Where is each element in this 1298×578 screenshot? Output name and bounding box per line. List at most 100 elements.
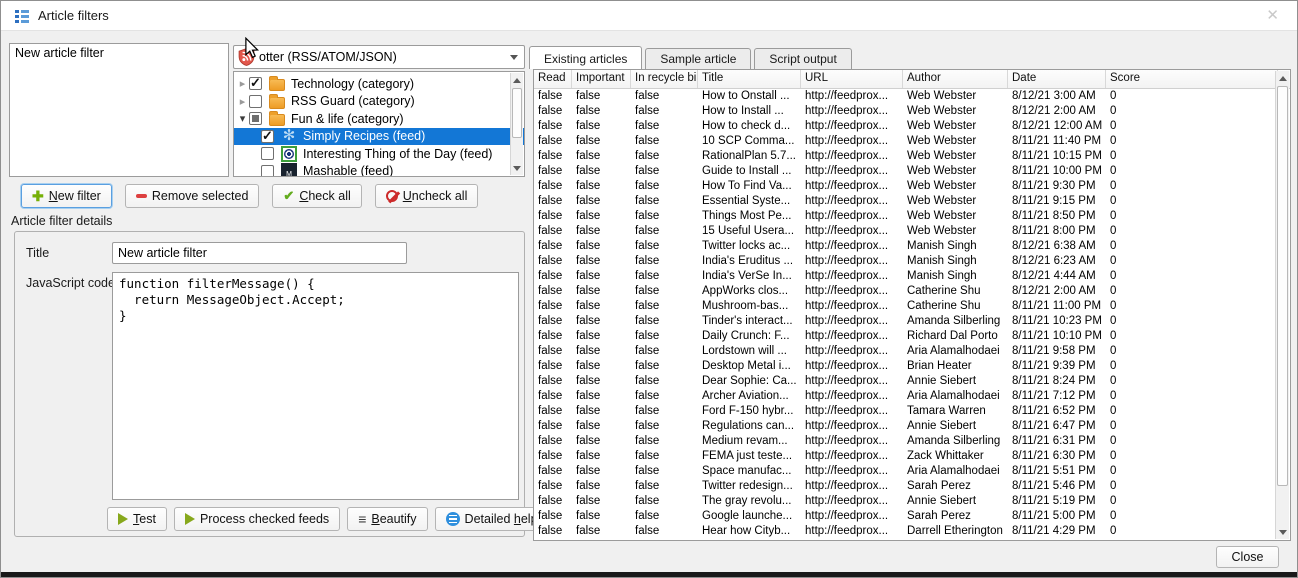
table-cell: http://feedprox... bbox=[801, 239, 903, 254]
checkbox-unchecked[interactable] bbox=[261, 165, 274, 177]
expand-arrow-icon[interactable]: ▸ bbox=[236, 77, 249, 90]
title-input[interactable] bbox=[112, 242, 407, 264]
window-close-icon[interactable]: ✕ bbox=[1266, 6, 1279, 24]
table-cell: 0 bbox=[1106, 194, 1278, 209]
table-cell: 8/11/21 4:29 PM bbox=[1008, 524, 1106, 539]
table-row[interactable]: falsefalsefalseThings Most Pe...http://f… bbox=[534, 209, 1290, 224]
block-icon bbox=[386, 190, 398, 202]
table-scrollbar[interactable] bbox=[1275, 71, 1289, 539]
tab-sample-article[interactable]: Sample article bbox=[645, 48, 751, 69]
table-row[interactable]: falsefalsefalseIndia's Eruditus ...http:… bbox=[534, 254, 1290, 269]
detailed-help-button[interactable]: Detailed help bbox=[435, 507, 549, 531]
table-cell: false bbox=[534, 509, 572, 524]
table-row[interactable]: falsefalsefalseHow to check d...http://f… bbox=[534, 119, 1290, 134]
column-header-read[interactable]: Read bbox=[534, 70, 572, 88]
table-row[interactable]: falsefalsefalseHow To Find Va...http://f… bbox=[534, 179, 1290, 194]
table-row[interactable]: falsefalsefalseEssential Syste...http://… bbox=[534, 194, 1290, 209]
tree-scrollbar[interactable] bbox=[510, 73, 523, 175]
table-cell: false bbox=[534, 419, 572, 434]
table-cell: 8/12/21 4:44 AM bbox=[1008, 269, 1106, 284]
column-header-title[interactable]: Title bbox=[698, 70, 801, 88]
column-header-score[interactable]: Score bbox=[1106, 70, 1278, 88]
table-cell: 0 bbox=[1106, 389, 1278, 404]
button-label: Check all bbox=[299, 189, 350, 203]
beautify-button[interactable]: ≡Beautify bbox=[347, 507, 427, 531]
table-cell: false bbox=[631, 419, 698, 434]
tab-existing-articles[interactable]: Existing articles bbox=[529, 46, 642, 69]
table-row[interactable]: falsefalsefalseDaily Crunch: F...http://… bbox=[534, 329, 1290, 344]
column-header-important[interactable]: Important bbox=[572, 70, 631, 88]
table-row[interactable]: falsefalsefalseTwitter redesign...http:/… bbox=[534, 479, 1290, 494]
table-row[interactable]: falsefalsefalse10 SCP Comma...http://fee… bbox=[534, 134, 1290, 149]
table-cell: Sarah Perez bbox=[903, 509, 1008, 524]
table-cell: Mushroom-bas... bbox=[698, 299, 801, 314]
table-row[interactable]: falsefalsefalseTwitter locks ac...http:/… bbox=[534, 239, 1290, 254]
test-button[interactable]: Test bbox=[107, 507, 167, 531]
check-all-button[interactable]: ✔ Check all bbox=[272, 184, 361, 208]
table-row[interactable]: falsefalsefalseRationalPlan 5.7...http:/… bbox=[534, 149, 1290, 164]
scrollbar-up-icon[interactable] bbox=[1276, 71, 1289, 85]
table-row[interactable]: falsefalsefalseFord F-150 hybr...http://… bbox=[534, 404, 1290, 419]
tree-item-label: Interesting Thing of the Day (feed) bbox=[303, 147, 492, 161]
details-section-label: Article filter details bbox=[11, 214, 112, 228]
table-row[interactable]: falsefalsefalseTinder's interact...http:… bbox=[534, 314, 1290, 329]
table-row[interactable]: falsefalsefalseFEMA just teste...http://… bbox=[534, 449, 1290, 464]
table-row[interactable]: falsefalsefalseAppWorks clos...http://fe… bbox=[534, 284, 1290, 299]
table-cell: http://feedprox... bbox=[801, 209, 903, 224]
scrollbar-down-icon[interactable] bbox=[1276, 525, 1289, 539]
table-row[interactable]: falsefalsefalse15 Useful Usera...http://… bbox=[534, 224, 1290, 239]
account-dropdown[interactable]: otter (RSS/ATOM/JSON) bbox=[233, 45, 525, 69]
table-row[interactable]: falsefalsefalseMedium revam...http://fee… bbox=[534, 434, 1290, 449]
filter-list[interactable]: New article filter bbox=[9, 43, 229, 177]
table-row[interactable]: falsefalsefalseArcher Aviation...http://… bbox=[534, 389, 1290, 404]
column-header-url[interactable]: URL bbox=[801, 70, 903, 88]
tree-item-rss-guard-category[interactable]: ▸RSS Guard (category) bbox=[234, 93, 524, 111]
table-row[interactable]: falsefalsefalseDesktop Metal i...http://… bbox=[534, 359, 1290, 374]
table-cell: Dear Sophie: Ca... bbox=[698, 374, 801, 389]
expand-arrow-icon[interactable]: ▸ bbox=[236, 95, 249, 108]
scrollbar-down-icon[interactable] bbox=[511, 161, 523, 175]
close-button[interactable]: Close bbox=[1216, 546, 1279, 568]
column-header-author[interactable]: Author bbox=[903, 70, 1008, 88]
table-row[interactable]: falsefalsefalseSpace manufac...http://fe… bbox=[534, 464, 1290, 479]
new-filter-button[interactable]: ✚New filter bbox=[21, 184, 112, 208]
column-header-date[interactable]: Date bbox=[1008, 70, 1106, 88]
javascript-code-editor[interactable]: function filterMessage() { return Messag… bbox=[112, 272, 519, 500]
table-cell: Web Webster bbox=[903, 209, 1008, 224]
checkbox-unchecked[interactable] bbox=[261, 147, 274, 160]
checkbox-checked[interactable] bbox=[249, 77, 262, 90]
table-row[interactable]: falsefalsefalseIndia's VerSe In...http:/… bbox=[534, 269, 1290, 284]
tree-item-interesting-thing-of-the-day-feed[interactable]: Interesting Thing of the Day (feed) bbox=[234, 145, 524, 163]
tree-item-simply-recipes-feed[interactable]: ✻Simply Recipes (feed) bbox=[234, 128, 524, 146]
table-cell: 0 bbox=[1106, 104, 1278, 119]
table-row[interactable]: falsefalsefalseMushroom-bas...http://fee… bbox=[534, 299, 1290, 314]
scrollbar-up-icon[interactable] bbox=[511, 73, 523, 87]
tree-item-mashable-feed[interactable]: Mashable (feed) bbox=[234, 163, 524, 178]
table-row[interactable]: falsefalsefalseDear Sophie: Ca...http://… bbox=[534, 374, 1290, 389]
expand-arrow-icon[interactable]: ▾ bbox=[236, 112, 249, 125]
check-icon: ✔ bbox=[283, 188, 294, 204]
process-checked-feeds-button[interactable]: Process checked feeds bbox=[174, 507, 340, 531]
tree-item-fun-life-category[interactable]: ▾Fun & life (category) bbox=[234, 110, 524, 128]
scrollbar-thumb[interactable] bbox=[512, 88, 522, 138]
column-header-in-recycle-bin[interactable]: In recycle bin bbox=[631, 70, 698, 88]
tree-item-technology-category[interactable]: ▸Technology (category) bbox=[234, 75, 524, 93]
table-row[interactable]: falsefalsefalseRegulations can...http://… bbox=[534, 419, 1290, 434]
remove-selected-button[interactable]: Remove selected bbox=[125, 184, 260, 208]
article-filters-icon bbox=[14, 8, 30, 24]
table-row[interactable]: falsefalsefalseLordstown will ...http://… bbox=[534, 344, 1290, 359]
checkbox-checked[interactable] bbox=[261, 130, 274, 143]
table-row[interactable]: falsefalsefalseThe gray revolu...http://… bbox=[534, 494, 1290, 509]
table-row[interactable]: falsefalsefalseHow to Install ...http://… bbox=[534, 104, 1290, 119]
table-row[interactable]: falsefalsefalseHow to Onstall ...http://… bbox=[534, 89, 1290, 104]
checkbox-unchecked[interactable] bbox=[249, 95, 262, 108]
filter-list-item[interactable]: New article filter bbox=[10, 44, 228, 62]
checkbox-partial[interactable] bbox=[249, 112, 262, 125]
uncheck-all-button[interactable]: Uncheck all bbox=[375, 184, 479, 208]
table-row[interactable]: falsefalsefalseGuide to Install ...http:… bbox=[534, 164, 1290, 179]
table-cell: Tinder's interact... bbox=[698, 314, 801, 329]
tab-script-output[interactable]: Script output bbox=[754, 48, 851, 69]
table-row[interactable]: falsefalsefalseHear how Cityb...http://f… bbox=[534, 524, 1290, 539]
scrollbar-thumb[interactable] bbox=[1277, 86, 1288, 486]
table-row[interactable]: falsefalsefalseGoogle launche...http://f… bbox=[534, 509, 1290, 524]
